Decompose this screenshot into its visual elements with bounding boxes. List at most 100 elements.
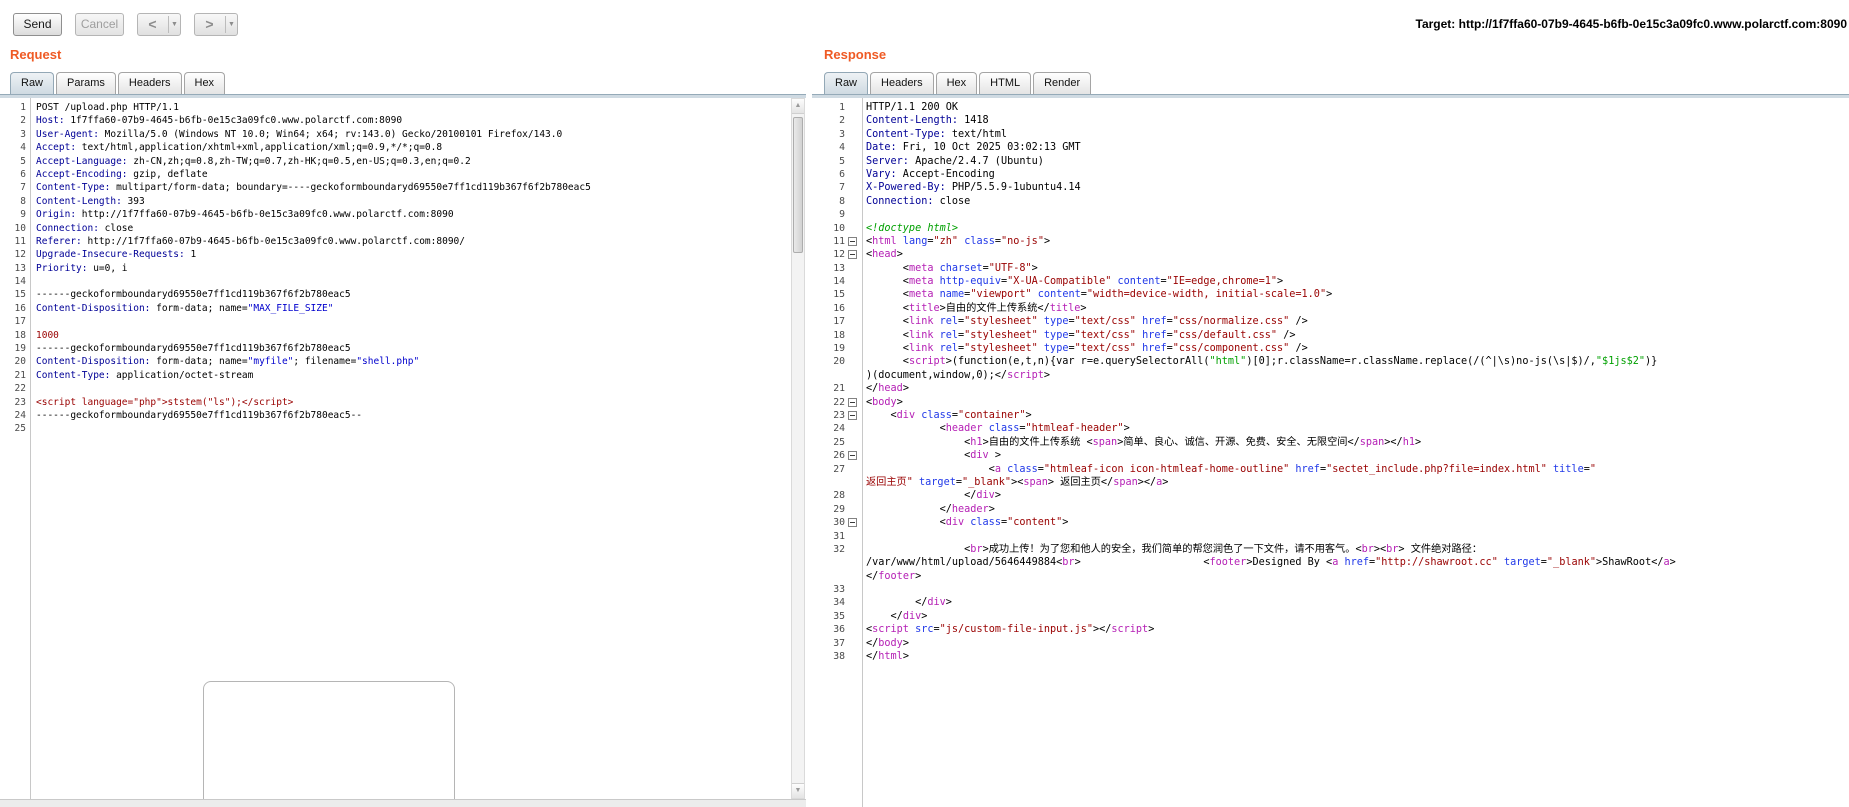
code-text: Content-Type: multipart/form-data; bound…: [36, 182, 591, 194]
line-number: 11: [833, 235, 845, 247]
fold-toggle-icon[interactable]: [848, 451, 857, 461]
request-line: 23 <script language="php">ststem("ls");</…: [0, 396, 806, 409]
request-line: 15 ------geckoformboundaryd69550e7ff1cd11…: [0, 288, 806, 301]
tab-render[interactable]: Render: [1033, 72, 1092, 94]
response-line: 14 <meta http-equiv="X-UA-Compatible" co…: [812, 275, 1849, 288]
line-number: 22: [14, 383, 26, 395]
tab-html[interactable]: HTML: [979, 72, 1032, 94]
back-arrow-icon[interactable]: <: [138, 14, 167, 35]
line-number: 37: [833, 637, 845, 649]
scroll-up-icon[interactable]: ▲: [792, 99, 804, 114]
tab-hex[interactable]: Hex: [183, 72, 226, 94]
tab-headers[interactable]: Headers: [117, 72, 182, 94]
request-tab-bar: Raw Params Headers Hex: [10, 72, 226, 94]
back-button[interactable]: < ▼: [137, 13, 181, 36]
code-text: 1000: [36, 329, 59, 341]
scrollbar-thumb[interactable]: [793, 117, 803, 253]
response-line: 20 <script>(function(e,t,n){var r=e.quer…: [812, 355, 1849, 368]
request-line: 22: [0, 382, 806, 395]
line-number: 10: [833, 222, 845, 234]
response-line: 32 <br>成功上传！为了您和他人的安全，我们简单的帮您润色了一下文件，请不用…: [812, 543, 1849, 556]
request-line: 17: [0, 315, 806, 328]
request-line: 11 Referer: http://1f7ffa60-07b9-4645-b6f…: [0, 235, 806, 248]
line-number: 29: [833, 503, 845, 515]
fold-toggle-icon[interactable]: [848, 250, 857, 260]
line-number: 12: [833, 249, 845, 261]
response-line: 16 <title>自由的文件上传系统</title>: [812, 302, 1849, 315]
line-number: 24: [14, 409, 26, 421]
forward-button[interactable]: > ▼: [194, 13, 238, 36]
response-line: 5 Server: Apache/2.4.7 (Ubuntu): [812, 155, 1849, 168]
forward-dropdown-icon[interactable]: ▼: [226, 14, 237, 35]
line-number: 12: [14, 249, 26, 261]
line-number: 11: [14, 235, 26, 247]
tab-raw[interactable]: Raw: [10, 72, 55, 94]
search-popup[interactable]: [203, 681, 455, 807]
tab-raw[interactable]: Raw: [824, 72, 869, 94]
code-text: Host: 1f7ffa60-07b9-4645-b6fb-0e15c3a09f…: [36, 115, 403, 127]
request-line: 14: [0, 275, 806, 288]
code-text: <a class="htmleaf-icon icon-htmleaf-home…: [866, 463, 1596, 475]
tab-headers[interactable]: Headers: [870, 72, 934, 94]
code-text: <head>: [866, 249, 903, 261]
line-number: 25: [833, 436, 845, 448]
line-number: 16: [833, 302, 845, 314]
back-dropdown-icon[interactable]: ▼: [169, 14, 180, 35]
scroll-down-icon[interactable]: ▼: [792, 783, 804, 798]
line-number: 13: [14, 262, 26, 274]
forward-arrow-icon[interactable]: >: [195, 14, 224, 35]
code-text: <div >: [866, 450, 1001, 462]
line-number: 30: [833, 517, 845, 529]
code-text: </div>: [866, 610, 928, 622]
request-scrollbar[interactable]: ▲ ▼: [791, 98, 805, 799]
response-line: 13 <meta charset="UTF-8">: [812, 262, 1849, 275]
code-text: <!doctype html>: [866, 222, 959, 234]
code-text: <title>自由的文件上传系统</title>: [866, 302, 1087, 314]
fold-toggle-icon[interactable]: [848, 397, 857, 407]
code-text: ------geckoformboundaryd69550e7ff1cd119b…: [36, 289, 351, 301]
fold-toggle-icon[interactable]: [848, 410, 857, 420]
line-number: 18: [833, 329, 845, 341]
line-number: 25: [14, 423, 26, 435]
tab-params[interactable]: Params: [56, 72, 116, 94]
gutter-separator: [30, 98, 31, 799]
response-line: 11 <html lang="zh" class="no-js">: [812, 235, 1849, 248]
code-text: <script language="php">ststem("ls");</sc…: [36, 396, 294, 408]
line-number: 1: [20, 102, 26, 113]
response-panel: Response Raw Headers Hex HTML Render 1 HTTP/1…: [812, 45, 1849, 807]
fold-toggle-icon[interactable]: [848, 236, 857, 246]
code-text: HTTP/1.1 200 OK: [866, 102, 959, 113]
response-line: 21 </head>: [812, 382, 1849, 395]
code-text: Vary: Accept-Encoding: [866, 168, 995, 180]
send-button[interactable]: Send: [13, 13, 62, 36]
tab-hex[interactable]: Hex: [935, 72, 978, 94]
code-text: User-Agent: Mozilla/5.0 (Windows NT 10.0…: [36, 128, 563, 140]
request-line: 2 Host: 1f7ffa60-07b9-4645-b6fb-0e15c3a09…: [0, 114, 806, 127]
response-line: 7 X-Powered-By: PHP/5.5.9-1ubuntu4.14: [812, 181, 1849, 194]
code-text: <meta http-equiv="X-UA-Compatible" conte…: [866, 276, 1284, 288]
response-line: /var/www/html/upload/5646449884<br> <foo…: [812, 556, 1849, 569]
line-number: 6: [839, 168, 845, 180]
response-line: 1 HTTP/1.1 200 OK: [812, 101, 1849, 115]
response-line: 10 <!doctype html>: [812, 222, 1849, 235]
code-text: Origin: http://1f7ffa60-07b9-4645-b6fb-0…: [36, 209, 454, 221]
fold-toggle-icon[interactable]: [848, 518, 857, 528]
line-number: 34: [833, 597, 845, 609]
code-text: <body>: [866, 396, 903, 408]
code-text: )(document,window,0);</script>: [866, 369, 1051, 381]
response-line: 8 Connection: close: [812, 195, 1849, 208]
response-line: 24 <header class="htmleaf-header">: [812, 422, 1849, 435]
line-number: 35: [833, 610, 845, 622]
code-text: <html lang="zh" class="no-js">: [866, 235, 1051, 247]
line-number: 13: [833, 262, 845, 274]
code-text: Accept: text/html,application/xhtml+xml,…: [36, 142, 443, 154]
cancel-button[interactable]: Cancel: [75, 13, 124, 36]
response-line: 15 <meta name="viewport" content="width=…: [812, 288, 1849, 301]
code-text: ------geckoformboundaryd69550e7ff1cd119b…: [36, 409, 363, 421]
response-editor[interactable]: 1 HTTP/1.1 200 OK 2 Content-Length: 1418 3 Co…: [812, 98, 1849, 807]
code-text: <div class="content">: [866, 517, 1069, 529]
line-number: 8: [20, 195, 26, 207]
code-text: Date: Fri, 10 Oct 2025 03:02:13 GMT: [866, 142, 1081, 154]
code-text: Content-Disposition: form-data; name="my…: [36, 356, 420, 368]
line-number: 16: [14, 302, 26, 314]
